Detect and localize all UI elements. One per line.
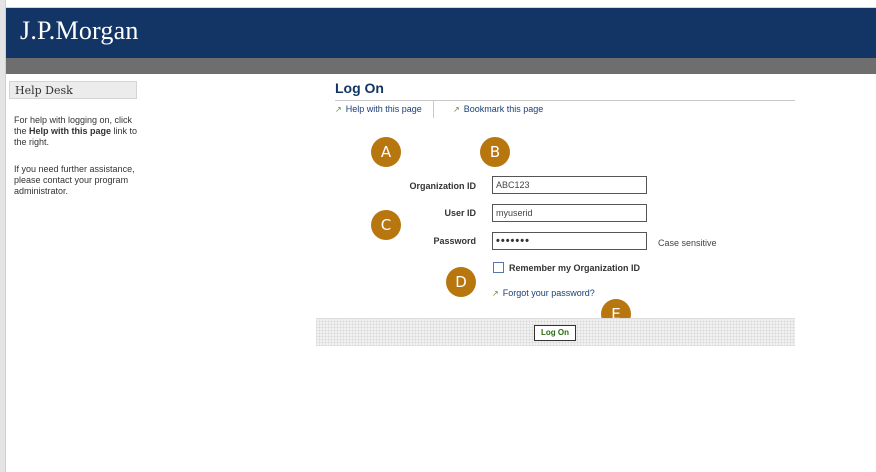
title-divider bbox=[335, 100, 795, 101]
log-on-button[interactable]: Log On bbox=[534, 325, 576, 341]
forgot-password-link[interactable]: ↗ Forgot your password? bbox=[492, 288, 595, 298]
bookmark-page-link[interactable]: ↗ Bookmark this page bbox=[453, 104, 543, 114]
help-desk-instructions: For help with logging on, click the Help… bbox=[14, 115, 142, 148]
help-desk-assistance: If you need further assistance, please c… bbox=[14, 164, 135, 196]
help-with-page-link-label: Help with this page bbox=[345, 104, 422, 114]
help-instructions-bold: Help with this page bbox=[29, 126, 112, 136]
password-label: Password bbox=[433, 236, 476, 246]
page-frame: J.P.Morgan Help Desk For help with loggi… bbox=[0, 0, 876, 472]
case-sensitive-note: Case sensitive bbox=[658, 238, 717, 248]
user-id-label: User ID bbox=[444, 208, 476, 218]
user-id-input[interactable]: myuserid bbox=[492, 204, 647, 222]
remember-org-id-checkbox[interactable] bbox=[493, 262, 504, 273]
organization-id-input[interactable]: ABC123 bbox=[492, 176, 647, 194]
links-separator bbox=[433, 101, 434, 118]
bookmark-page-link-label: Bookmark this page bbox=[463, 104, 544, 114]
remember-org-id-label[interactable]: Remember my Organization ID bbox=[509, 263, 640, 273]
forgot-password-link-label: Forgot your password? bbox=[502, 288, 595, 298]
marker-b: B bbox=[480, 137, 510, 167]
jpmorgan-logo: J.P.Morgan bbox=[20, 16, 139, 45]
top-border bbox=[0, 0, 876, 8]
marker-d: D bbox=[446, 267, 476, 297]
help-with-page-link[interactable]: ↗ Help with this page bbox=[335, 104, 422, 114]
organization-id-label: Organization ID bbox=[409, 181, 476, 191]
page-title: Log On bbox=[335, 80, 384, 96]
password-input[interactable]: ••••••• bbox=[492, 232, 647, 250]
header-divider-bar bbox=[6, 58, 876, 74]
arrow-up-right-icon: ↗ bbox=[335, 105, 342, 114]
header-banner: J.P.Morgan bbox=[6, 8, 876, 58]
marker-a: A bbox=[371, 137, 401, 167]
help-desk-title: Help Desk bbox=[9, 81, 137, 99]
arrow-up-right-icon: ↗ bbox=[453, 105, 460, 114]
arrow-up-right-icon: ↗ bbox=[492, 289, 499, 298]
